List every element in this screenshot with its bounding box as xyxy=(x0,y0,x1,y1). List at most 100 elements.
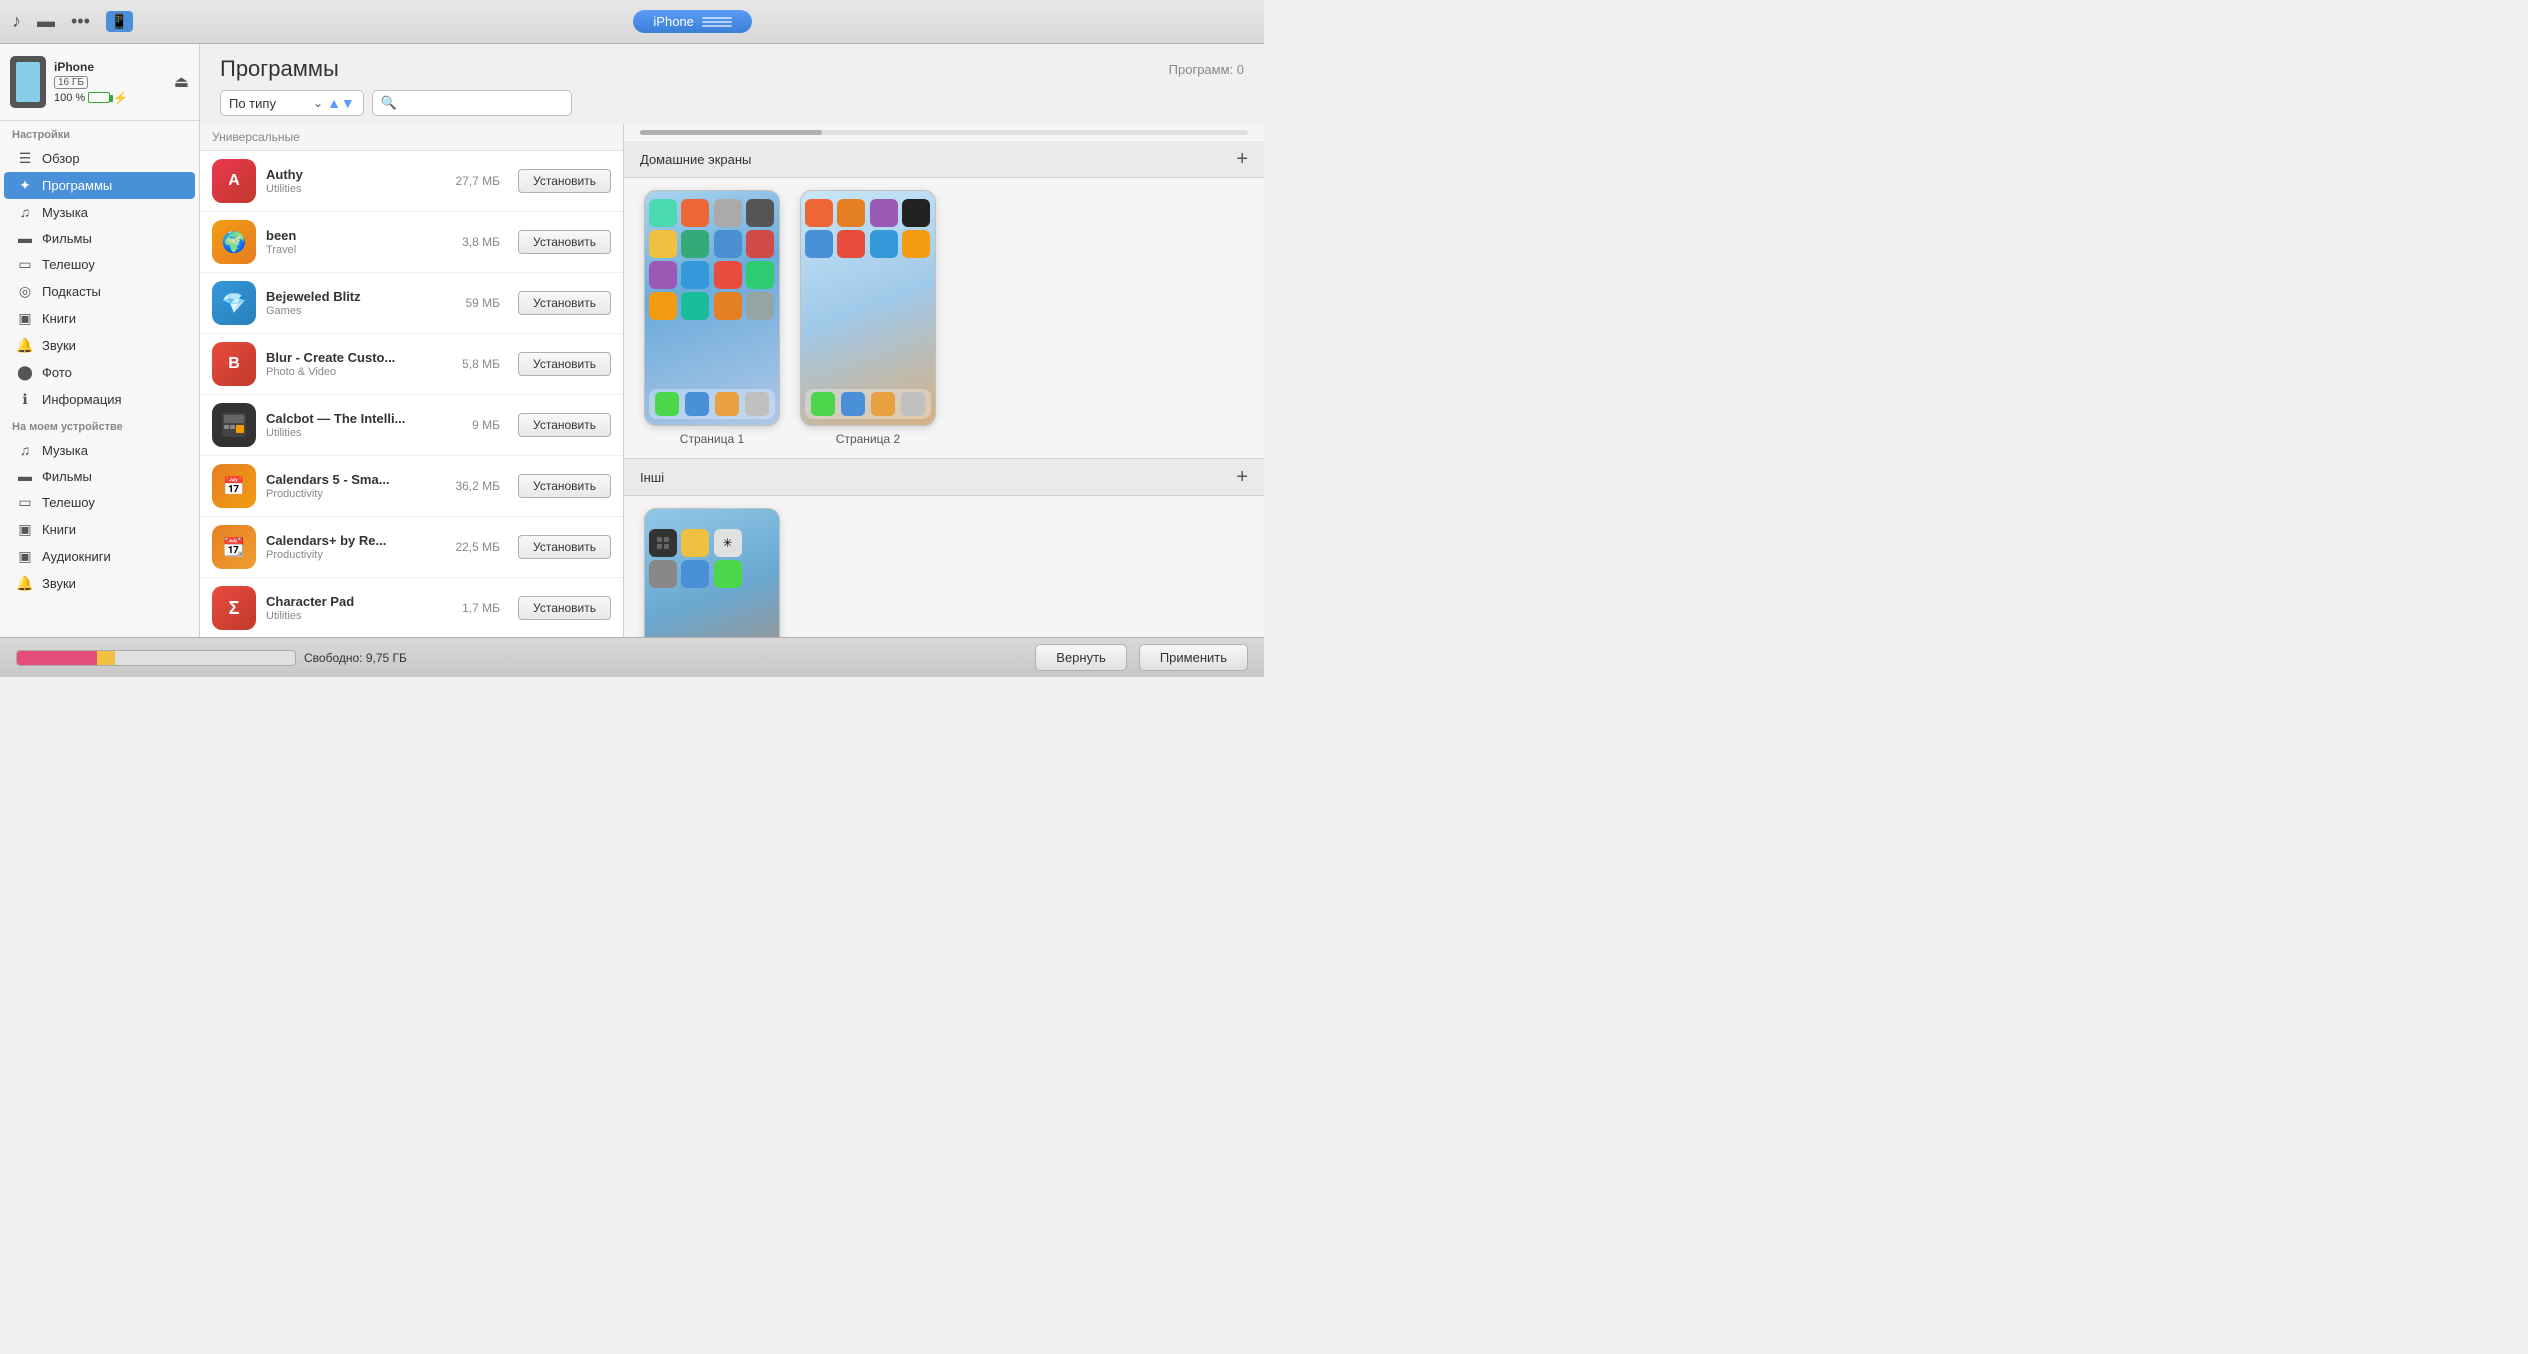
film-icon[interactable]: ▬ xyxy=(37,11,55,32)
app-name: been xyxy=(266,228,452,243)
list-item[interactable]: 📅 Calendars 5 - Sma... Productivity 36,2… xyxy=(200,456,623,517)
revert-button[interactable]: Вернуть xyxy=(1035,644,1127,671)
install-button[interactable]: Установить xyxy=(518,291,611,315)
mini-icon xyxy=(837,199,865,227)
home-screens-row: Страница 1 xyxy=(624,178,1264,458)
screen-item-page1[interactable]: Страница 1 xyxy=(644,190,780,446)
install-button[interactable]: Установить xyxy=(518,474,611,498)
search-input[interactable] xyxy=(401,96,577,111)
sidebar-item-books[interactable]: ▣ Книги xyxy=(4,305,195,332)
device-name-label: iPhone xyxy=(54,60,128,74)
apps-header: Программы Программ: 0 xyxy=(200,44,1264,90)
app-category: Travel xyxy=(266,244,452,256)
app-info-calendarsplus: Calendars+ by Re... Productivity xyxy=(266,533,445,561)
screen-item-other[interactable]: ✳ xyxy=(644,508,780,637)
install-button[interactable]: Установить xyxy=(518,352,611,376)
install-button[interactable]: Установить xyxy=(518,169,611,193)
app-icon-label: 📆 xyxy=(223,537,245,558)
list-item[interactable]: B Blur - Create Custo... Photo & Video 5… xyxy=(200,334,623,395)
sidebar-item-device-books[interactable]: ▣ Книги xyxy=(4,516,195,543)
list-item[interactable]: A Authy Utilities 27,7 МБ Установить xyxy=(200,151,623,212)
screen-grid-page1 xyxy=(649,199,775,320)
list-item[interactable]: 🌍 been Travel 3,8 МБ Установить xyxy=(200,212,623,273)
app-name: Calcbot — The Intelli... xyxy=(266,411,462,426)
apply-button[interactable]: Применить xyxy=(1139,644,1248,671)
main-content: iPhone 16 ГБ 100 % ⚡ ⏏ Настройки ☰ Обзор… xyxy=(0,44,1264,637)
iphone-icon[interactable]: 📱 xyxy=(106,11,133,32)
device-books-icon: ▣ xyxy=(16,521,34,538)
other-add-button[interactable]: + xyxy=(1236,467,1248,487)
sidebar-item-overview[interactable]: ☰ Обзор xyxy=(4,145,195,172)
list-item[interactable]: Σ Character Pad Utilities 1,7 МБ Установ… xyxy=(200,578,623,637)
sidebar-item-sounds-label: Звуки xyxy=(42,338,76,353)
app-icon-label: A xyxy=(228,172,240,190)
app-category: Utilities xyxy=(266,610,452,622)
app-size: 22,5 МБ xyxy=(455,540,500,554)
battery-info: 100 % ⚡ xyxy=(54,91,128,105)
list-item[interactable]: 📆 Calendars+ by Re... Productivity 22,5 … xyxy=(200,517,623,578)
sidebar-item-movies[interactable]: ▬ Фильмы xyxy=(4,225,195,251)
sidebar-item-podcasts[interactable]: ◎ Подкасты xyxy=(4,278,195,305)
mini-icon xyxy=(746,230,774,258)
sidebar: iPhone 16 ГБ 100 % ⚡ ⏏ Настройки ☰ Обзор… xyxy=(0,44,200,637)
sidebar-item-device-sounds-label: Звуки xyxy=(42,576,76,591)
app-category: Productivity xyxy=(266,488,445,500)
sidebar-item-books-label: Книги xyxy=(42,311,76,326)
mini-icon xyxy=(649,292,677,320)
app-icon-charpad: Σ xyxy=(212,586,256,630)
mini-icon xyxy=(681,560,709,588)
screen-grid-other: ✳ xyxy=(649,529,775,588)
list-item[interactable]: 💎 Bejeweled Blitz Games 59 МБ Установить xyxy=(200,273,623,334)
device-pill[interactable]: iPhone xyxy=(633,10,751,33)
more-icon[interactable]: ••• xyxy=(71,11,90,32)
app-info-been: been Travel xyxy=(266,228,452,256)
sidebar-item-info[interactable]: ℹ Информация xyxy=(4,386,195,413)
app-info-calendars5: Calendars 5 - Sma... Productivity xyxy=(266,472,445,500)
install-button[interactable]: Установить xyxy=(518,596,611,620)
screen-item-page2[interactable]: Страница 2 xyxy=(800,190,936,446)
sidebar-item-photos[interactable]: ⬤ Фото xyxy=(4,359,195,386)
sidebar-item-music[interactable]: ♫ Музыка xyxy=(4,199,195,225)
list-item[interactable]: Calcbot — The Intelli... Utilities 9 МБ … xyxy=(200,395,623,456)
eject-button[interactable]: ⏏ xyxy=(174,72,189,92)
apps-content: Универсальные A Authy Utilities 27,7 МБ … xyxy=(200,124,1264,637)
scroll-indicator[interactable] xyxy=(624,124,1264,141)
dock-icon-4 xyxy=(745,392,769,416)
device-movies-icon: ▬ xyxy=(16,468,34,484)
mini-icon xyxy=(681,261,709,289)
app-size: 36,2 МБ xyxy=(455,479,500,493)
segment-docs xyxy=(17,651,97,665)
mini-icon xyxy=(714,230,742,258)
calcbot-svg xyxy=(220,411,248,439)
sidebar-item-tv-label: Телешоу xyxy=(42,257,95,272)
mini-icon xyxy=(649,230,677,258)
sidebar-item-device-audiobooks[interactable]: ▣ Аудиокниги xyxy=(4,543,195,570)
sidebar-item-device-movies-label: Фильмы xyxy=(42,469,92,484)
music-icon[interactable]: ♪ xyxy=(12,11,21,32)
sidebar-item-sounds[interactable]: 🔔 Звуки xyxy=(4,332,195,359)
install-button[interactable]: Установить xyxy=(518,535,611,559)
screen-thumb-other[interactable]: ✳ xyxy=(644,508,780,637)
mini-icon xyxy=(649,560,677,588)
app-icon-been: 🌍 xyxy=(212,220,256,264)
sidebar-item-tv[interactable]: ▭ Телешоу xyxy=(4,251,195,278)
mini-icon xyxy=(805,230,833,258)
app-icon-authy: A xyxy=(212,159,256,203)
install-button[interactable]: Установить xyxy=(518,413,611,437)
dock-icon-2 xyxy=(841,392,865,416)
app-name: Authy xyxy=(266,167,445,182)
mini-icon-svg xyxy=(656,536,670,550)
screen-thumb-page2[interactable] xyxy=(800,190,936,426)
home-screens-add-button[interactable]: + xyxy=(1236,149,1248,169)
screen-thumb-page1[interactable] xyxy=(644,190,780,426)
install-button[interactable]: Установить xyxy=(518,230,611,254)
filter-select[interactable]: По типу ⌄ ▲▼ xyxy=(220,90,364,116)
mini-icon xyxy=(681,292,709,320)
device-music-icon: ♫ xyxy=(16,442,34,458)
sidebar-item-apps[interactable]: ✦ Программы xyxy=(4,172,195,199)
sidebar-item-device-tv[interactable]: ▭ Телешоу xyxy=(4,489,195,516)
sidebar-item-device-music[interactable]: ♫ Музыка xyxy=(4,437,195,463)
sidebar-item-device-movies[interactable]: ▬ Фильмы xyxy=(4,463,195,489)
filter-select-icon: ▲▼ xyxy=(327,95,355,111)
sidebar-item-device-sounds[interactable]: 🔔 Звуки xyxy=(4,570,195,597)
